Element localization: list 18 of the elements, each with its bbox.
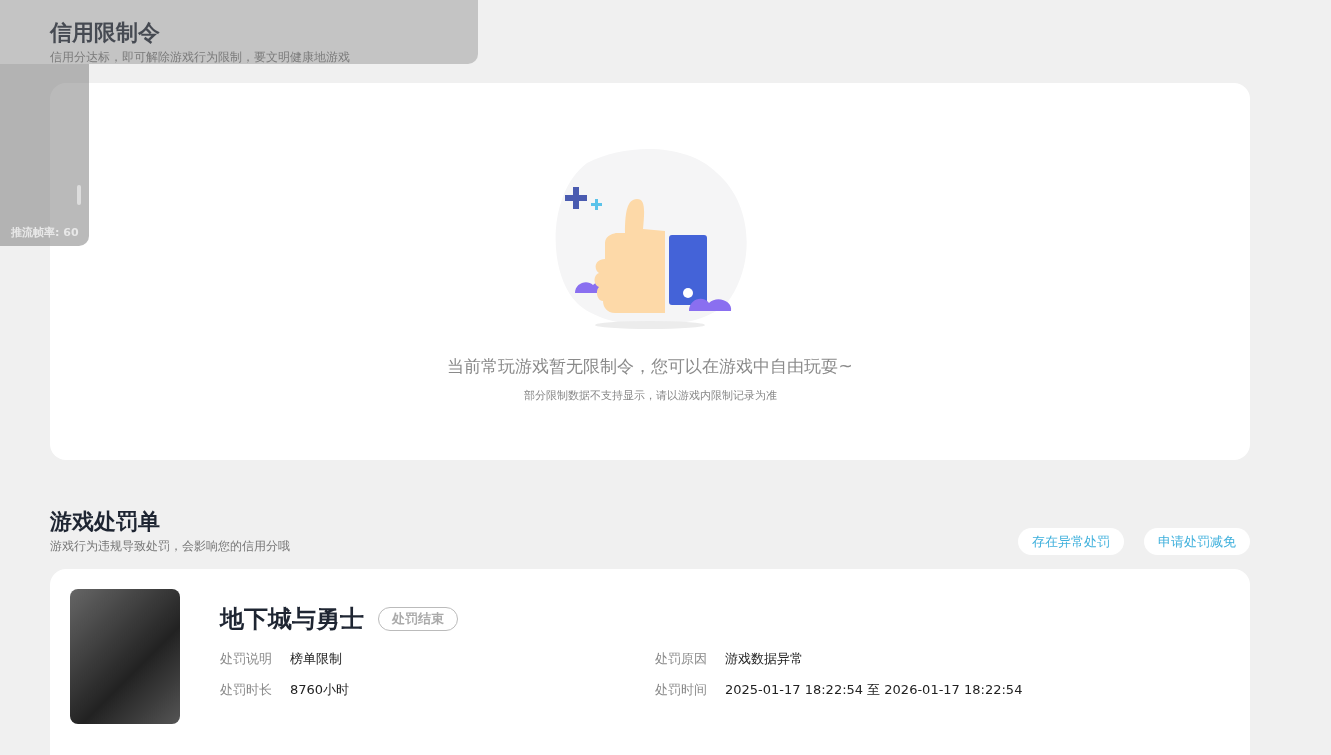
section-title: 游戏处罚单 — [50, 508, 161, 536]
section-subtitle: 信用分达标，即可解除游戏行为限制，要文明健康地游戏 — [50, 49, 351, 66]
field-label: 处罚时间 — [655, 681, 707, 699]
field-label: 处罚说明 — [220, 650, 272, 668]
field-label: 处罚时长 — [220, 681, 272, 699]
game-title: 地下城与勇士 — [220, 604, 364, 635]
action-button[interactable]: 申请处罚减免 — [1144, 528, 1250, 555]
section-title: 信用限制令 — [50, 19, 161, 47]
scrollbar-thumb[interactable] — [77, 185, 81, 205]
empty-message: 当前常玩游戏暂无限制令，您可以在游戏中自由玩耍~ — [447, 355, 853, 378]
field-value: 8760小时 — [290, 681, 350, 699]
field-value: 榜单限制 — [290, 650, 342, 668]
action-button[interactable]: 存在异常处罚 — [1018, 528, 1124, 555]
field-label: 处罚原因 — [655, 650, 707, 668]
section-subtitle: 游戏行为违规导致处罚，会影响您的信用分哦 — [50, 538, 290, 555]
field-value: 游戏数据异常 — [725, 650, 803, 668]
field-value: 2025-01-17 18:22:54 至 2026-01-17 18:22:54 — [725, 681, 1023, 699]
empty-note: 部分限制数据不支持显示，请以游戏内限制记录为准 — [523, 388, 777, 403]
